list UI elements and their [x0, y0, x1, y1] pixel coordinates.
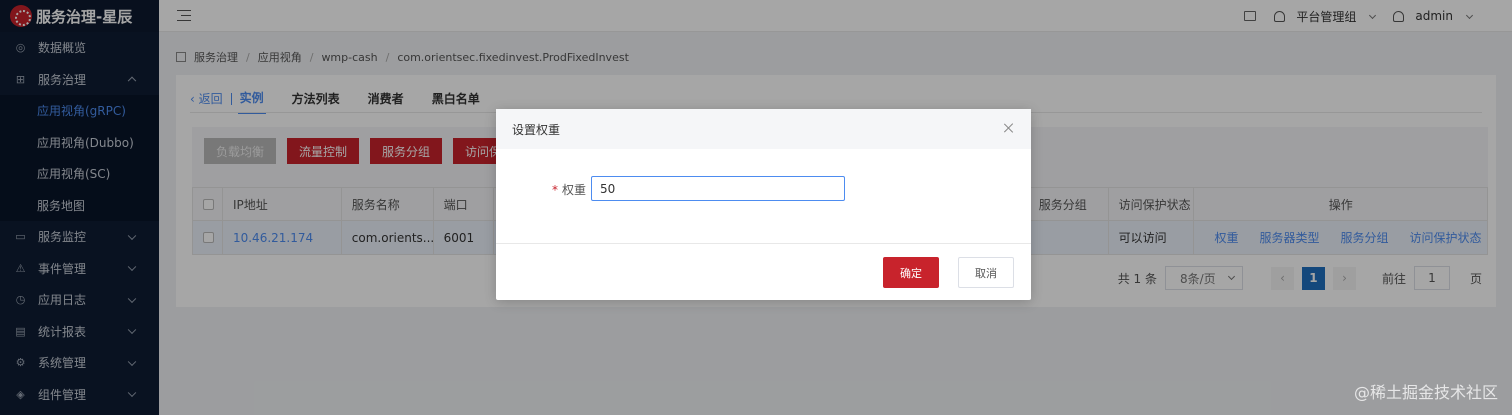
- weight-label: * 权重: [552, 183, 587, 197]
- dialog-footer: 确定 取消: [496, 244, 1031, 300]
- watermark: @稀土掘金技术社区: [1353, 383, 1498, 402]
- weight-input[interactable]: [591, 176, 845, 201]
- dialog-header: 设置权重: [496, 109, 1031, 149]
- confirm-button[interactable]: 确定: [883, 257, 939, 288]
- dialog-title: 设置权重: [512, 122, 561, 137]
- set-weight-dialog: 设置权重 *权重 确定 取消: [496, 109, 1031, 300]
- required-mark: *: [552, 183, 558, 197]
- close-icon[interactable]: [1003, 122, 1015, 134]
- cancel-button[interactable]: 取消: [958, 257, 1014, 288]
- dialog-body: * 权重: [496, 149, 1031, 244]
